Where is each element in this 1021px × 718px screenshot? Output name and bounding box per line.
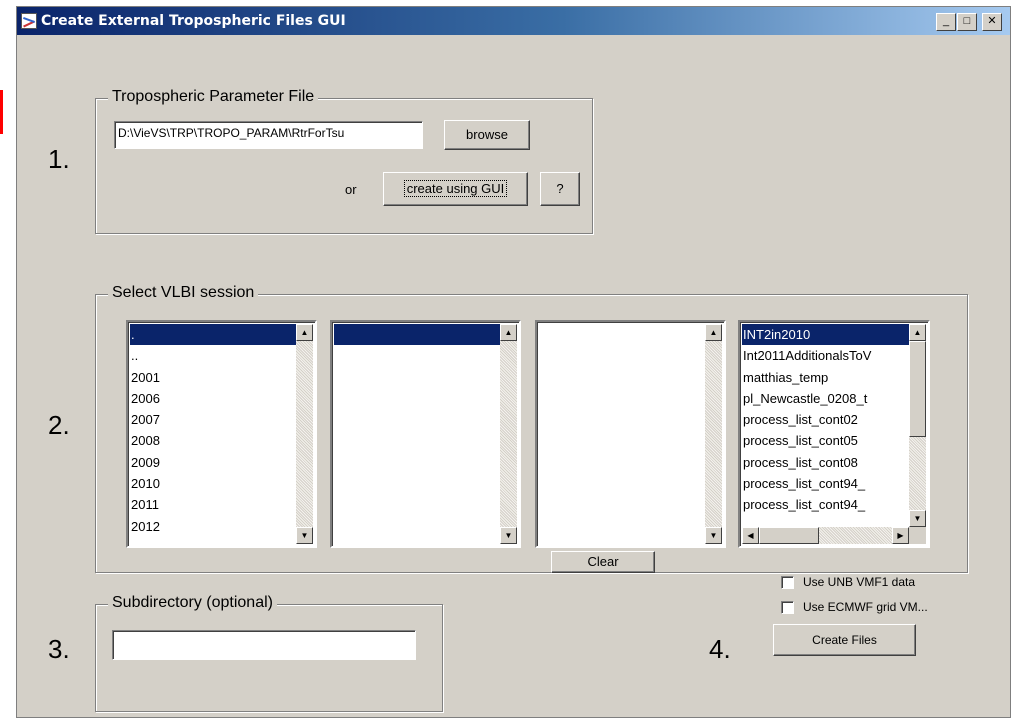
- session-list-3[interactable]: ▲ ▼: [535, 320, 726, 548]
- step-2-number: 2.: [48, 410, 70, 440]
- scroll-left-icon[interactable]: ◀: [742, 527, 759, 544]
- browse-button[interactable]: browse: [444, 120, 530, 150]
- list4-horizontal-scrollbar[interactable]: ◀ ▶: [742, 527, 909, 544]
- list-item[interactable]: 2009: [130, 452, 298, 473]
- list-item[interactable]: process_list_cont94_: [742, 494, 911, 515]
- subdirectory-group-title: Subdirectory (optional): [108, 594, 277, 612]
- red-annotation-mark: [0, 90, 3, 134]
- vlbi-session-group-title: Select VLBI session: [108, 284, 259, 302]
- minimize-button[interactable]: _: [936, 13, 956, 31]
- create-files-button[interactable]: Create Files: [773, 624, 916, 656]
- list-item[interactable]: process_list_cont08: [742, 452, 911, 473]
- use-ecmwf-grid-label: Use ECMWF grid VM...: [803, 600, 928, 614]
- list-item[interactable]: process_list_cont02: [742, 409, 911, 430]
- help-button[interactable]: ?: [540, 172, 580, 206]
- use-unb-vmf1-checkbox[interactable]: [781, 576, 794, 589]
- session-list-2[interactable]: ▲ ▼: [330, 320, 521, 548]
- close-button[interactable]: ✕: [982, 13, 1002, 31]
- use-unb-vmf1-label: Use UNB VMF1 data: [803, 575, 916, 589]
- create-using-gui-label: create using GUI: [403, 180, 508, 197]
- step-4-number: 4.: [709, 634, 731, 664]
- list4-horizontal-thumb[interactable]: [759, 527, 819, 544]
- list-item[interactable]: 2008: [130, 430, 298, 451]
- or-label: or: [345, 182, 357, 197]
- scroll-down-icon[interactable]: ▼: [705, 527, 722, 544]
- scroll-down-icon[interactable]: ▼: [909, 510, 926, 527]
- list2-scrollbar[interactable]: ▲ ▼: [500, 324, 517, 544]
- scroll-right-icon[interactable]: ▶: [892, 527, 909, 544]
- vlbi-session-group: Select VLBI session ... 2001 2006 2007 2008 2…: [95, 284, 968, 573]
- list-item[interactable]: INT2in2010: [742, 324, 911, 346]
- list1-scrollbar[interactable]: ▲ ▼: [296, 324, 313, 544]
- create-using-gui-button[interactable]: create using GUI: [383, 172, 528, 206]
- list-item[interactable]: process_list_cont94_: [742, 473, 911, 494]
- list3-scrollbar[interactable]: ▲ ▼: [705, 324, 722, 544]
- list-item[interactable]: ..: [130, 345, 298, 366]
- scroll-up-icon[interactable]: ▲: [909, 324, 926, 341]
- tropo-param-group-title: Tropospheric Parameter File: [108, 88, 319, 106]
- list-item[interactable]: process_list_cont05: [742, 430, 911, 451]
- title-bar[interactable]: Create External Tropospheric Files GUI _…: [17, 7, 1010, 35]
- step-3-number: 3.: [48, 634, 70, 664]
- list-item[interactable]: 2007: [130, 409, 298, 430]
- scroll-up-icon[interactable]: ▲: [296, 324, 313, 341]
- scroll-down-icon[interactable]: ▼: [296, 527, 313, 544]
- list-item[interactable]: [334, 324, 502, 346]
- list-item[interactable]: 2012: [130, 516, 298, 537]
- scrollbar-corner: [909, 527, 926, 544]
- session-list-4[interactable]: INT2in2010 Int2011AdditionalsToV matthias_…: [738, 320, 930, 548]
- window-title: Create External Tropospheric Files GUI: [41, 13, 346, 29]
- session-list-1[interactable]: ... 2001 2006 2007 2008 2009 2010 2011 2012 ▲ ▼: [126, 320, 317, 548]
- subdirectory-input[interactable]: [112, 630, 416, 660]
- list-item[interactable]: pl_Newcastle_0208_t: [742, 388, 911, 409]
- app-icon: [21, 13, 37, 29]
- list-item[interactable]: .: [130, 324, 298, 346]
- tropo-param-file-input[interactable]: D:\VieVS\TRP\TROPO_PARAM\RtrForTsu: [114, 121, 423, 149]
- clear-button[interactable]: Clear: [551, 551, 655, 573]
- list-item[interactable]: matthias_temp: [742, 367, 911, 388]
- scroll-up-icon[interactable]: ▲: [500, 324, 517, 341]
- scroll-down-icon[interactable]: ▼: [500, 527, 517, 544]
- maximize-button[interactable]: □: [957, 13, 977, 31]
- scroll-up-icon[interactable]: ▲: [705, 324, 722, 341]
- list-item[interactable]: 2010: [130, 473, 298, 494]
- list4-vertical-thumb[interactable]: [909, 341, 926, 437]
- use-ecmwf-grid-checkbox[interactable]: [781, 601, 794, 614]
- list-item[interactable]: Int2011AdditionalsToV: [742, 345, 911, 366]
- main-window: Create External Tropospheric Files GUI _…: [16, 6, 1011, 718]
- step-1-number: 1.: [48, 144, 70, 174]
- tropo-param-group: Tropospheric Parameter File D:\VieVS\TRP…: [95, 88, 593, 234]
- list4-vertical-scrollbar[interactable]: ▲ ▼: [909, 324, 926, 527]
- list-item[interactable]: 2011: [130, 494, 298, 515]
- subdirectory-group: Subdirectory (optional): [95, 594, 443, 712]
- list-item[interactable]: 2006: [130, 388, 298, 409]
- list-item[interactable]: 2001: [130, 367, 298, 388]
